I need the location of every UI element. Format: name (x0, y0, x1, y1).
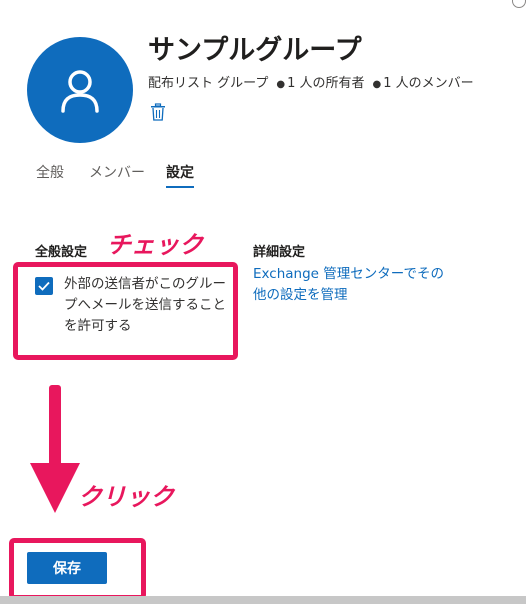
group-title: サンプルグループ (148, 35, 362, 66)
members-count-text: 1 人のメンバー (383, 76, 474, 91)
owners-count-text: 1 人の所有者 (287, 76, 365, 91)
save-button[interactable]: 保存 (27, 552, 107, 584)
owners-count: ● 1 人の所有者 (276, 72, 364, 91)
bullet-icon: ● (372, 79, 382, 90)
click-annotation: クリック (77, 482, 175, 512)
allow-external-senders-checkbox[interactable] (35, 277, 53, 295)
tab-members[interactable]: メンバー (89, 162, 145, 182)
delete-group-button[interactable] (150, 103, 166, 121)
check-annotation: チェック (106, 230, 204, 260)
group-type: 配布リスト グループ (148, 76, 269, 91)
exchange-admin-center-link[interactable]: Exchange 管理センターでその他の設定を管理 (253, 264, 453, 306)
allow-external-senders-label: 外部の送信者がこのグループへメールを送信することを許可する (64, 276, 226, 334)
trash-icon (151, 103, 165, 121)
window-corner-icon (512, 0, 526, 8)
bottom-bar (0, 596, 526, 604)
checkmark-icon (38, 281, 50, 291)
group-meta: 配布リスト グループ ● 1 人の所有者 ● 1 人のメンバー (148, 72, 474, 91)
bullet-icon: ● (276, 79, 286, 90)
selected-tab-indicator (166, 186, 194, 188)
tab-general[interactable]: 全般 (36, 162, 64, 182)
person-icon (61, 70, 99, 113)
down-arrow-annotation (30, 385, 80, 513)
tab-settings[interactable]: 設定 (166, 162, 194, 182)
general-settings-heading: 全般設定 (35, 245, 88, 260)
members-count: ● 1 人のメンバー (373, 72, 474, 91)
group-avatar (27, 37, 133, 143)
advanced-settings-heading: 詳細設定 (253, 245, 306, 260)
